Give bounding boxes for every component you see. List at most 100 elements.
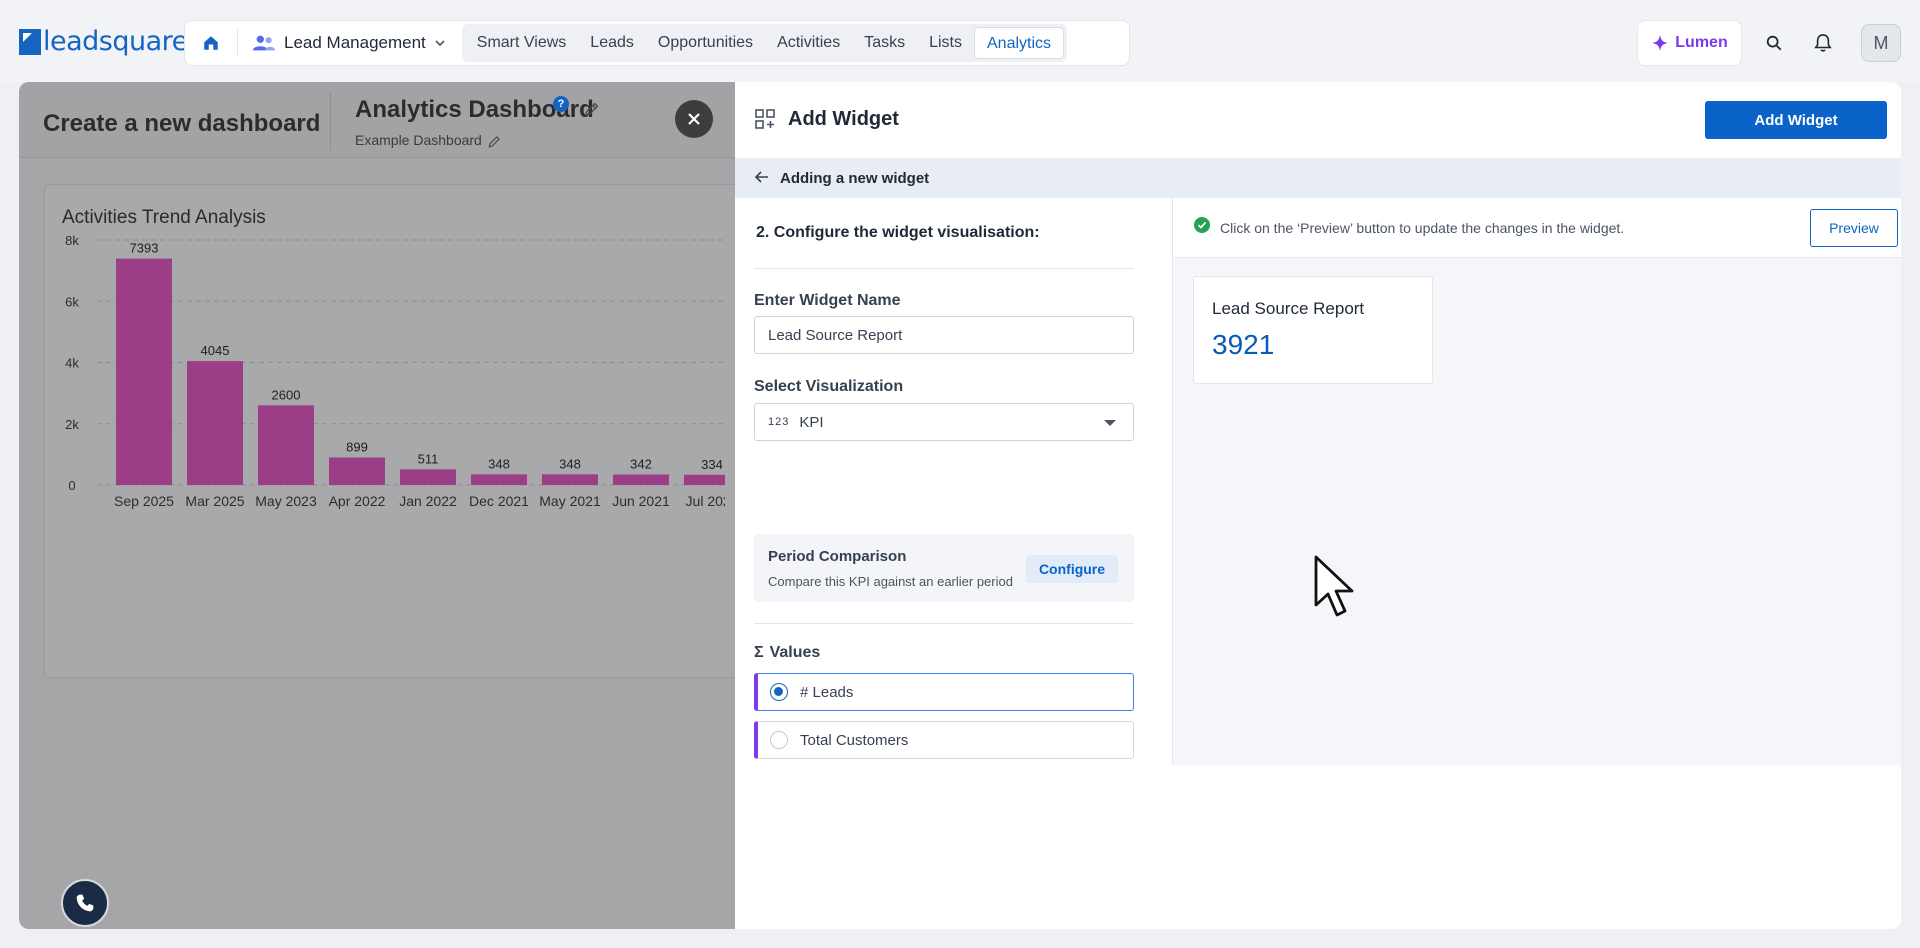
chart-x-tick-label: Mar 2025 xyxy=(185,493,244,509)
chart-data-label: 348 xyxy=(488,456,510,471)
tab-opportunities[interactable]: Opportunities xyxy=(646,27,765,59)
edit-subtitle-icon[interactable] xyxy=(487,134,502,149)
widget-name-input[interactable] xyxy=(754,316,1134,354)
home-icon xyxy=(204,36,218,50)
dashboard-subtitle: Example Dashboard xyxy=(355,132,482,148)
dashboard-overlay: Create a new dashboard Analytics Dashboa… xyxy=(19,82,744,929)
mouse-cursor-icon xyxy=(1314,555,1354,617)
tab-tasks[interactable]: Tasks xyxy=(852,27,917,59)
chart-bar xyxy=(471,474,527,485)
chart-y-tick-label: 2k xyxy=(65,417,79,432)
divider xyxy=(754,268,1134,269)
panel-header: Add Widget Add Widget xyxy=(735,82,1901,158)
kpi-type-icon: 123 xyxy=(768,416,790,428)
search-button[interactable] xyxy=(1759,28,1789,58)
chevron-down-icon xyxy=(435,40,445,47)
visualization-select[interactable]: 123 KPI xyxy=(754,403,1134,441)
chart-data-label: 4045 xyxy=(201,343,230,358)
chart-y-tick-label: 4k xyxy=(65,356,79,371)
tab-smart-views[interactable]: Smart Views xyxy=(465,27,579,59)
kpi-widget-preview: Lead Source Report 3921 xyxy=(1193,276,1433,384)
chart-y-tick-label: 0 xyxy=(68,478,75,493)
close-button[interactable] xyxy=(675,100,713,138)
visualization-label: Select Visualization xyxy=(754,378,904,395)
value-option-label: # Leads xyxy=(800,683,854,701)
add-widget-button[interactable]: Add Widget xyxy=(1705,101,1887,139)
chart-data-label: 7393 xyxy=(130,241,159,256)
chart-bar xyxy=(684,474,725,485)
preview-column: Click on the ‘Preview’ button to update … xyxy=(1172,198,1901,765)
help-icon[interactable]: ? xyxy=(553,96,569,112)
logo-mark-icon xyxy=(19,28,41,55)
chart-data-label: 342 xyxy=(630,457,652,472)
close-icon xyxy=(688,113,700,125)
chart-data-label: 899 xyxy=(346,439,368,454)
step-bar-title: Adding a new widget xyxy=(780,170,930,187)
lumen-button[interactable]: Lumen xyxy=(1637,20,1742,66)
back-arrow-icon[interactable] xyxy=(754,169,770,185)
chart-y-tick-label: 6k xyxy=(65,294,79,309)
home-button[interactable] xyxy=(191,25,231,61)
nav-divider xyxy=(237,29,238,57)
logo-text: leadsquared xyxy=(43,26,205,57)
tab-lists[interactable]: Lists xyxy=(917,27,974,59)
sigma-icon: Σ xyxy=(754,644,764,661)
dashboard-header: Create a new dashboard Analytics Dashboa… xyxy=(19,82,735,158)
chart-bar xyxy=(400,469,456,485)
tab-activities[interactable]: Activities xyxy=(765,27,852,59)
header-divider xyxy=(330,92,331,150)
module-switcher[interactable]: Lead Management xyxy=(244,25,454,61)
radio-selected-icon[interactable] xyxy=(770,683,788,701)
value-option-leads[interactable]: # Leads xyxy=(754,673,1134,711)
value-option-total-customers[interactable]: Total Customers xyxy=(754,721,1134,759)
nav-tabs: Smart Views Leads Opportunities Activiti… xyxy=(461,24,1068,62)
step-bar: Adding a new widget xyxy=(735,158,1901,198)
preview-button[interactable]: Preview xyxy=(1810,209,1898,247)
chart-x-tick-label: May 2023 xyxy=(255,493,317,509)
sparkle-icon xyxy=(1652,34,1669,52)
bar-chart: 0 2k 4k 6k 8k 7393 Sep 2025 4045 Mar 2025 2600 May… xyxy=(65,233,725,509)
tab-leads[interactable]: Leads xyxy=(578,27,646,59)
values-heading: Σ Values xyxy=(754,644,820,662)
tab-analytics[interactable]: Analytics xyxy=(974,27,1065,59)
chart-x-tick-label: May 2021 xyxy=(539,493,601,509)
config-column: 2. Configure the widget visualisation: E… xyxy=(735,198,1172,929)
chart-data-label: 511 xyxy=(418,451,439,466)
chart-data-label: 2600 xyxy=(272,387,301,402)
notifications-button[interactable] xyxy=(1808,28,1838,58)
add-widget-panel: Add Widget Add Widget Adding a new widge… xyxy=(735,82,1901,929)
period-comparison-title: Period Comparison xyxy=(768,548,907,565)
module-nav: Lead Management Smart Views Leads Opport… xyxy=(184,20,1130,66)
edit-name-icon[interactable] xyxy=(583,100,601,118)
period-comparison-description: Compare this KPI against an earlier peri… xyxy=(768,574,1013,589)
chart-data-label: 334 xyxy=(701,457,723,472)
preview-notice: Click on the ‘Preview’ button to update … xyxy=(1173,198,1901,258)
search-icon xyxy=(1766,35,1782,51)
phone-button[interactable] xyxy=(61,879,109,927)
chart-y-tick-label: 8k xyxy=(65,233,79,248)
dashboard-window: Create a new dashboard Analytics Dashboa… xyxy=(19,82,1901,929)
top-nav: leadsquared Lead Management Smart Views … xyxy=(0,0,1920,82)
divider xyxy=(754,623,1134,624)
chart-bar xyxy=(542,474,598,485)
configure-button[interactable]: Configure xyxy=(1026,555,1118,583)
chart-x-tick-label: Dec 2021 xyxy=(469,493,529,509)
step-title: 2. Configure the widget visualisation: xyxy=(756,224,1040,241)
leadsquared-logo[interactable]: leadsquared xyxy=(19,26,205,57)
radio-unselected-icon[interactable] xyxy=(770,731,788,749)
chart-bar xyxy=(187,361,243,485)
chart-data-label: 348 xyxy=(559,456,581,471)
user-avatar[interactable]: M xyxy=(1861,24,1901,62)
values-label: Values xyxy=(769,644,821,661)
chart-x-tick-label: Apr 2022 xyxy=(329,493,386,509)
widget-name-label: Enter Widget Name xyxy=(754,292,901,309)
preview-notice-text: Click on the ‘Preview’ button to update … xyxy=(1220,220,1625,236)
panel-title: Add Widget xyxy=(788,108,899,130)
chart-x-tick-label: Jan 2022 xyxy=(399,493,457,509)
chart-bar xyxy=(116,258,172,485)
chart-bar xyxy=(258,405,314,485)
bell-icon xyxy=(1814,34,1832,52)
chart-x-tick-label: Jul 2021 xyxy=(686,493,725,509)
visualization-value: KPI xyxy=(799,413,824,431)
module-switcher-label: Lead Management xyxy=(284,33,426,52)
